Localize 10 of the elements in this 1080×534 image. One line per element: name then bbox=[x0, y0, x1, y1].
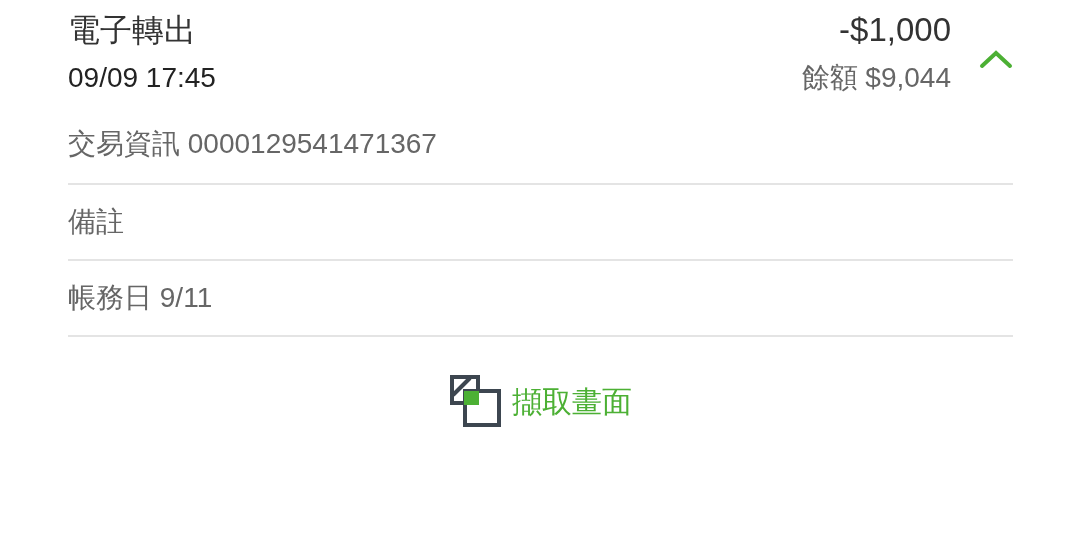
transaction-amount: -$1,000 bbox=[839, 10, 951, 50]
detail-text: 交易資訊 0000129541471367 bbox=[68, 126, 437, 161]
screenshot-icon bbox=[449, 375, 502, 427]
screenshot-button[interactable]: 擷取畫面 bbox=[449, 375, 632, 427]
collapse-chevron-icon[interactable] bbox=[979, 48, 1013, 70]
transaction-title: 電子轉出 bbox=[68, 11, 196, 50]
detail-text: 帳務日 9/11 bbox=[68, 281, 213, 315]
detail-text: 備註 bbox=[68, 205, 124, 239]
transaction-datetime: 09/09 17:45 bbox=[68, 61, 216, 95]
balance-text: 餘額 $9,044 bbox=[801, 61, 951, 95]
